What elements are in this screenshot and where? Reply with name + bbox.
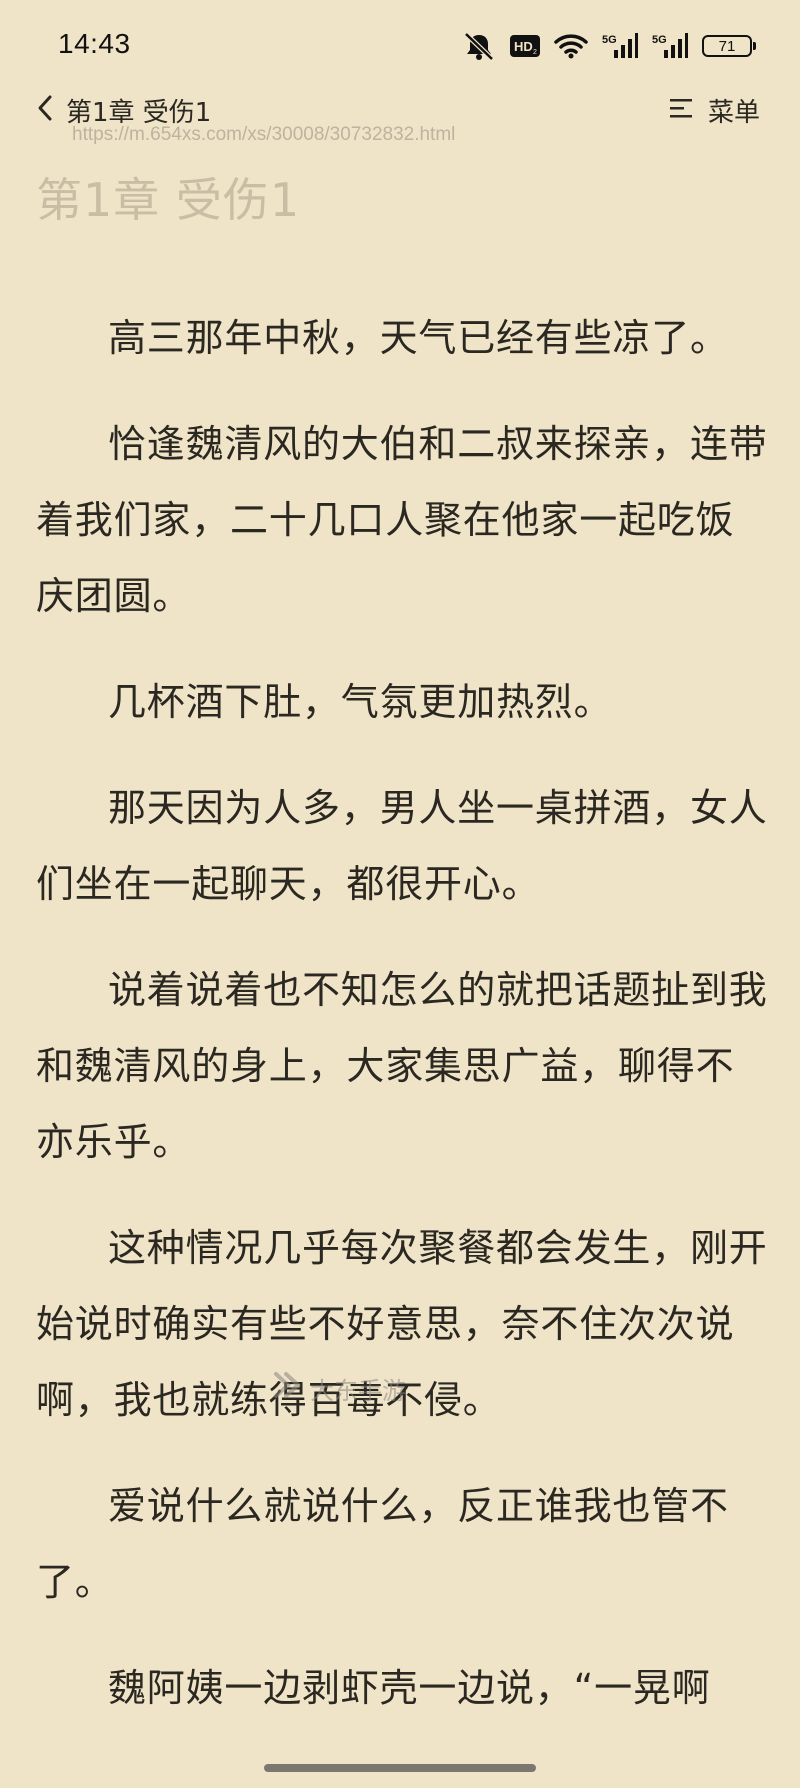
battery-icon: 71 <box>702 35 756 57</box>
svg-text:5G: 5G <box>602 34 617 46</box>
chapter-content: 高三那年中秋，天气已经有些凉了。 恰逢魏清风的大伯和二叔来探亲，连带着我们家，二… <box>36 300 768 1756</box>
signal-5g-icon: 5G <box>652 33 688 59</box>
paragraph: 爱说什么就说什么，反正谁我也管不了。 <box>36 1484 729 1604</box>
wifi-icon <box>554 33 588 59</box>
menu-label: 菜单 <box>707 97 760 128</box>
menu-icon <box>669 97 694 123</box>
mute-icon <box>462 31 496 61</box>
chapter-heading: 第1章 受伤1 <box>36 173 301 227</box>
watermark: 大东手游 <box>272 1370 406 1406</box>
chevron-left-icon <box>36 94 54 126</box>
watermark-text: 大东手游 <box>310 1376 406 1405</box>
svg-text:2: 2 <box>533 49 537 56</box>
status-bar: 14:43 HD 2 5G 5G 71 <box>0 0 800 96</box>
menu-button[interactable]: 菜单 <box>669 88 760 132</box>
watermark-logo-icon <box>272 1370 306 1406</box>
signal-5g-icon: 5G <box>602 33 638 59</box>
svg-text:HD: HD <box>514 39 533 54</box>
home-indicator[interactable] <box>264 1764 536 1772</box>
svg-text:5G: 5G <box>652 34 667 46</box>
nav-chapter-title: 第1章 受伤1 <box>66 97 212 128</box>
paragraph: 高三那年中秋，天气已经有些凉了。 <box>108 316 729 360</box>
status-icons: HD 2 5G 5G 71 <box>462 30 756 62</box>
paragraph: 几杯酒下肚，气氛更加热烈。 <box>108 680 613 724</box>
status-time: 14:43 <box>58 28 131 59</box>
battery-level: 71 <box>718 37 736 55</box>
paragraph: 说着说着也不知怎么的就把话题扯到我和魏清风的身上，大家集思广益，聊得不亦乐乎。 <box>36 968 768 1164</box>
paragraph: 魏阿姨一边剥虾壳一边说，“一晃啊 <box>108 1666 711 1710</box>
page-url: https://m.654xs.com/xs/30008/30732832.ht… <box>72 124 456 145</box>
hd-icon: HD 2 <box>510 35 540 57</box>
paragraph: 恰逢魏清风的大伯和二叔来探亲，连带着我们家，二十几口人聚在他家一起吃饭庆团圆。 <box>36 422 768 618</box>
paragraph: 那天因为人多，男人坐一桌拼酒，女人们坐在一起聊天，都很开心。 <box>36 786 768 906</box>
